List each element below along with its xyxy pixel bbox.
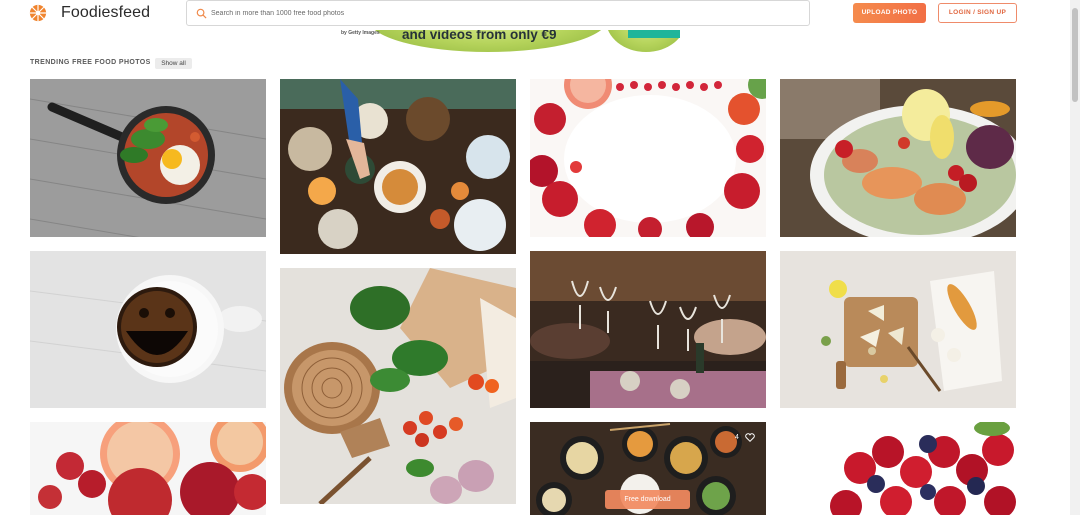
search-icon <box>196 8 207 19</box>
photo-image <box>530 79 766 237</box>
photo-image <box>30 79 266 237</box>
header: Foodiesfeed UPLOAD PHOTO LOGIN / SIGN UP <box>0 0 1070 30</box>
photo-card[interactable] <box>780 251 1016 408</box>
ad-provider: by Getty Images <box>341 30 380 36</box>
photo-image <box>30 422 266 515</box>
photo-image <box>530 251 766 408</box>
search-input[interactable] <box>211 4 791 22</box>
photo-card[interactable] <box>30 251 266 408</box>
photo-image <box>30 251 266 408</box>
section-title: TRENDING FREE FOOD PHOTOS <box>30 59 151 66</box>
scrollbar[interactable] <box>1070 0 1080 515</box>
upload-photo-button[interactable]: UPLOAD PHOTO <box>853 3 926 23</box>
page: Foodiesfeed UPLOAD PHOTO LOGIN / SIGN UP… <box>0 0 1080 515</box>
photo-card[interactable] <box>30 422 266 515</box>
photo-image <box>780 79 1016 237</box>
brand-name[interactable]: Foodiesfeed <box>61 4 150 22</box>
show-all-button[interactable]: Show all <box>155 58 192 69</box>
photo-card[interactable] <box>280 268 516 504</box>
photo-card[interactable]: 4 Free download <box>530 422 766 515</box>
login-signup-button[interactable]: LOGIN / SIGN UP <box>938 3 1017 23</box>
photo-card[interactable] <box>530 251 766 408</box>
heart-icon[interactable] <box>745 433 755 442</box>
photo-image <box>280 268 516 504</box>
photo-card[interactable] <box>780 422 1016 515</box>
logo-icon[interactable] <box>29 4 47 22</box>
likes-count: 4 <box>735 434 739 441</box>
photo-card[interactable] <box>30 79 266 237</box>
photo-card[interactable] <box>530 79 766 237</box>
free-download-button[interactable]: Free download <box>605 490 690 509</box>
photo-image <box>780 422 1016 515</box>
photo-card[interactable] <box>280 79 516 254</box>
scrollbar-thumb[interactable] <box>1072 8 1078 102</box>
photo-image <box>280 79 516 254</box>
search-bar[interactable] <box>186 0 810 26</box>
photo-image <box>780 251 1016 408</box>
photo-card[interactable] <box>780 79 1016 237</box>
